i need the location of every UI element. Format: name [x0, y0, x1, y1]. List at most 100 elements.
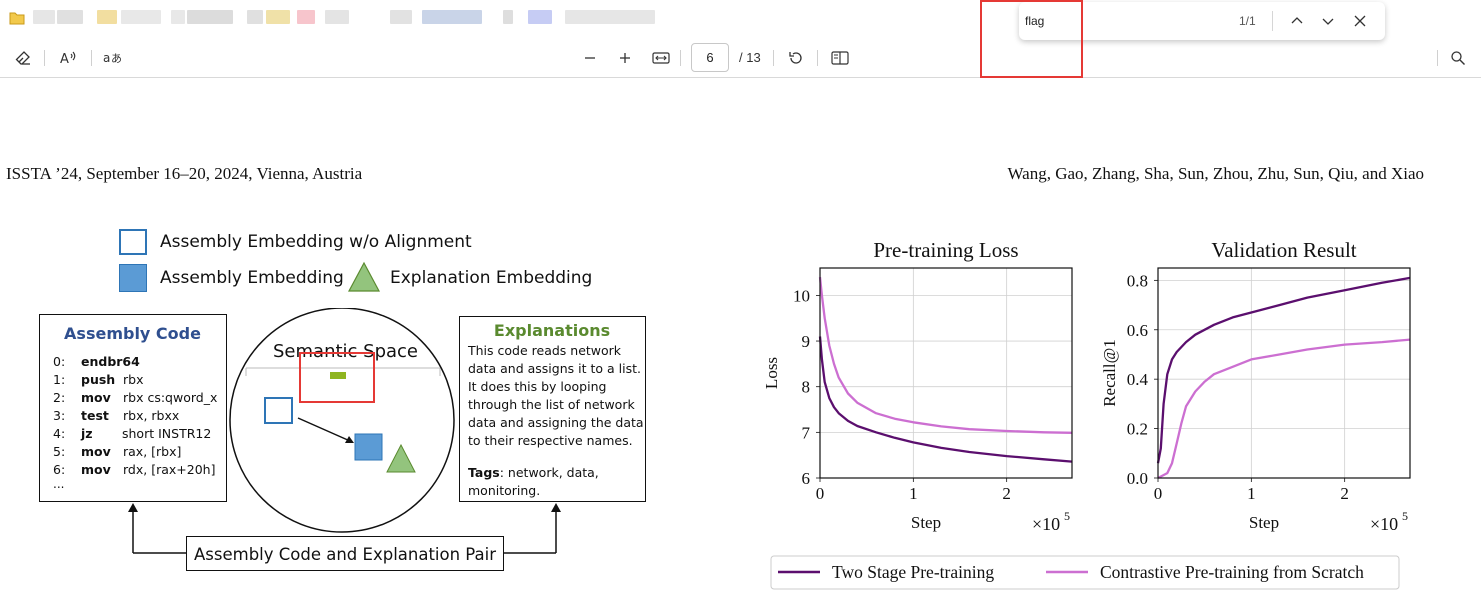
toolbar-divider	[773, 50, 774, 66]
series-line	[1157, 338, 1411, 480]
legend-empty-square	[119, 229, 147, 255]
eraser-icon[interactable]	[11, 46, 35, 70]
read-aloud-icon[interactable]: A	[56, 46, 80, 70]
explanations-title: Explanations	[493, 321, 611, 340]
blurred-tab[interactable]	[247, 10, 263, 24]
blurred-tab[interactable]	[503, 10, 513, 24]
tags-value-cont: monitoring.	[468, 483, 541, 498]
series-line	[1156, 276, 1411, 464]
legend-triangle-icon	[347, 261, 381, 292]
rotate-icon[interactable]	[784, 46, 808, 70]
y-tick-label: 9	[802, 332, 811, 351]
code-line-number: 5:	[53, 444, 66, 459]
x-tick-label: 0	[816, 484, 825, 503]
blurred-tab[interactable]	[325, 10, 349, 24]
legend-label: Two Stage Pre-training	[832, 562, 994, 582]
code-operands: rax, [rbx]	[123, 444, 182, 459]
code-opcode: endbr64	[81, 354, 140, 369]
code-line-number: 4:	[53, 426, 66, 441]
toolbar-divider	[1437, 50, 1438, 66]
page-header-left: ISSTA ’24, September 16–20, 2024, Vienna…	[6, 164, 363, 183]
blurred-tab[interactable]	[57, 10, 83, 24]
code-operands: rbx, rbxx	[123, 408, 180, 423]
blurred-tab[interactable]	[121, 10, 161, 24]
code-opcode: mov	[81, 390, 111, 405]
y-axis-label: Recall@1	[1100, 339, 1119, 407]
legend-filled-square	[119, 264, 147, 292]
code-line-number: 0:	[53, 354, 66, 369]
folder-icon[interactable]	[9, 11, 25, 25]
code-opcode: mov	[81, 462, 111, 477]
code-opcode: jz	[81, 426, 93, 441]
translate-icon[interactable]: aあ	[101, 46, 125, 70]
toolbar-divider	[91, 50, 92, 66]
code-operands: rbx cs:qword_x	[123, 390, 218, 405]
explanation-line: data and assigning the data	[468, 415, 644, 430]
chevron-down-icon[interactable]	[1316, 9, 1340, 33]
x-tick-label: 2	[1340, 484, 1349, 503]
x-tick-label: 1	[1247, 484, 1256, 503]
plot-frame	[819, 267, 1073, 479]
chevron-up-icon[interactable]	[1285, 9, 1309, 33]
x-axis-label: Step	[1249, 513, 1279, 532]
highlight-box-semantic-space	[299, 352, 375, 403]
code-operands: short INSTR12	[122, 426, 212, 441]
code-opcode: mov	[81, 444, 111, 459]
y-tick-label: 0.8	[1127, 271, 1148, 290]
zoom-out-icon[interactable]	[578, 46, 602, 70]
y-tick-label: 10	[793, 286, 810, 305]
toolbar-divider	[817, 50, 818, 66]
toolbar-divider	[680, 50, 681, 66]
two-page-icon[interactable]	[828, 46, 852, 70]
explanation-line: through the list of network	[468, 397, 635, 412]
explanations-box: Explanations This code reads network data…	[459, 316, 646, 502]
svg-text:A: A	[60, 52, 69, 66]
tags-label: Tags	[468, 465, 500, 480]
x-tick-label: 2	[1002, 484, 1011, 503]
explanation-line: It does this by looping	[468, 379, 607, 394]
x-axis-label: Step	[911, 513, 941, 532]
blurred-tab[interactable]	[528, 10, 552, 24]
y-tick-label: 8	[802, 378, 811, 397]
page-number-input[interactable]	[691, 43, 729, 72]
y-tick-label: 0.6	[1127, 321, 1148, 340]
chart-figure: 0 1 2 6 7 8 9 10 Pre-training Loss Step Loss ×10 5 0 1…	[762, 238, 1411, 590]
code-operands: rdx, [rax+20h]	[123, 462, 216, 477]
chart-title: Pre-training Loss	[873, 238, 1018, 262]
page-total: / 13	[739, 50, 761, 65]
blurred-tab[interactable]	[565, 10, 655, 24]
blurred-tab[interactable]	[33, 10, 55, 24]
code-line-number: 3:	[53, 408, 66, 423]
y-axis-label: Loss	[762, 357, 781, 389]
y-tick-label: 7	[802, 423, 811, 442]
figure-diagram: Assembly Embedding w/o Alignment Assembl…	[0, 200, 700, 600]
blurred-tab[interactable]	[390, 10, 412, 24]
tags-value: : network, data,	[499, 465, 599, 480]
blurred-tab[interactable]	[97, 10, 117, 24]
x-exponent: 5	[1402, 509, 1408, 523]
zoom-in-icon[interactable]	[613, 46, 637, 70]
page-header-right: Wang, Gao, Zhang, Sha, Sun, Zhou, Zhu, S…	[1007, 164, 1425, 183]
blurred-tab[interactable]	[266, 10, 290, 24]
code-ellipsis: ...	[53, 477, 65, 491]
search-icon[interactable]	[1446, 46, 1470, 70]
y-tick-label: 0.0	[1127, 469, 1148, 488]
find-match-count: 1/1	[1239, 14, 1256, 28]
explanation-line: This code reads network	[468, 343, 622, 358]
close-icon[interactable]	[1348, 9, 1372, 33]
x-tick-label: 0	[1154, 484, 1163, 503]
legend-item-assembly: Assembly Embedding	[160, 268, 344, 288]
y-tick-label: 0.2	[1127, 420, 1148, 439]
fit-width-icon[interactable]	[649, 46, 673, 70]
blurred-tab[interactable]	[171, 10, 185, 24]
series-line	[818, 336, 1073, 463]
blurred-tab[interactable]	[187, 10, 233, 24]
assembly-code-box: Assembly Code 0: endbr64 1: push rbx 2: mov rbx…	[39, 314, 227, 502]
svg-text:a: a	[103, 51, 110, 65]
code-opcode: test	[81, 408, 109, 423]
blurred-tab[interactable]	[422, 10, 482, 24]
code-line-number: 1:	[53, 372, 66, 387]
find-divider	[1272, 11, 1273, 31]
blurred-tab[interactable]	[297, 10, 315, 24]
explanations-tags: Tags: network, data,	[468, 465, 599, 480]
